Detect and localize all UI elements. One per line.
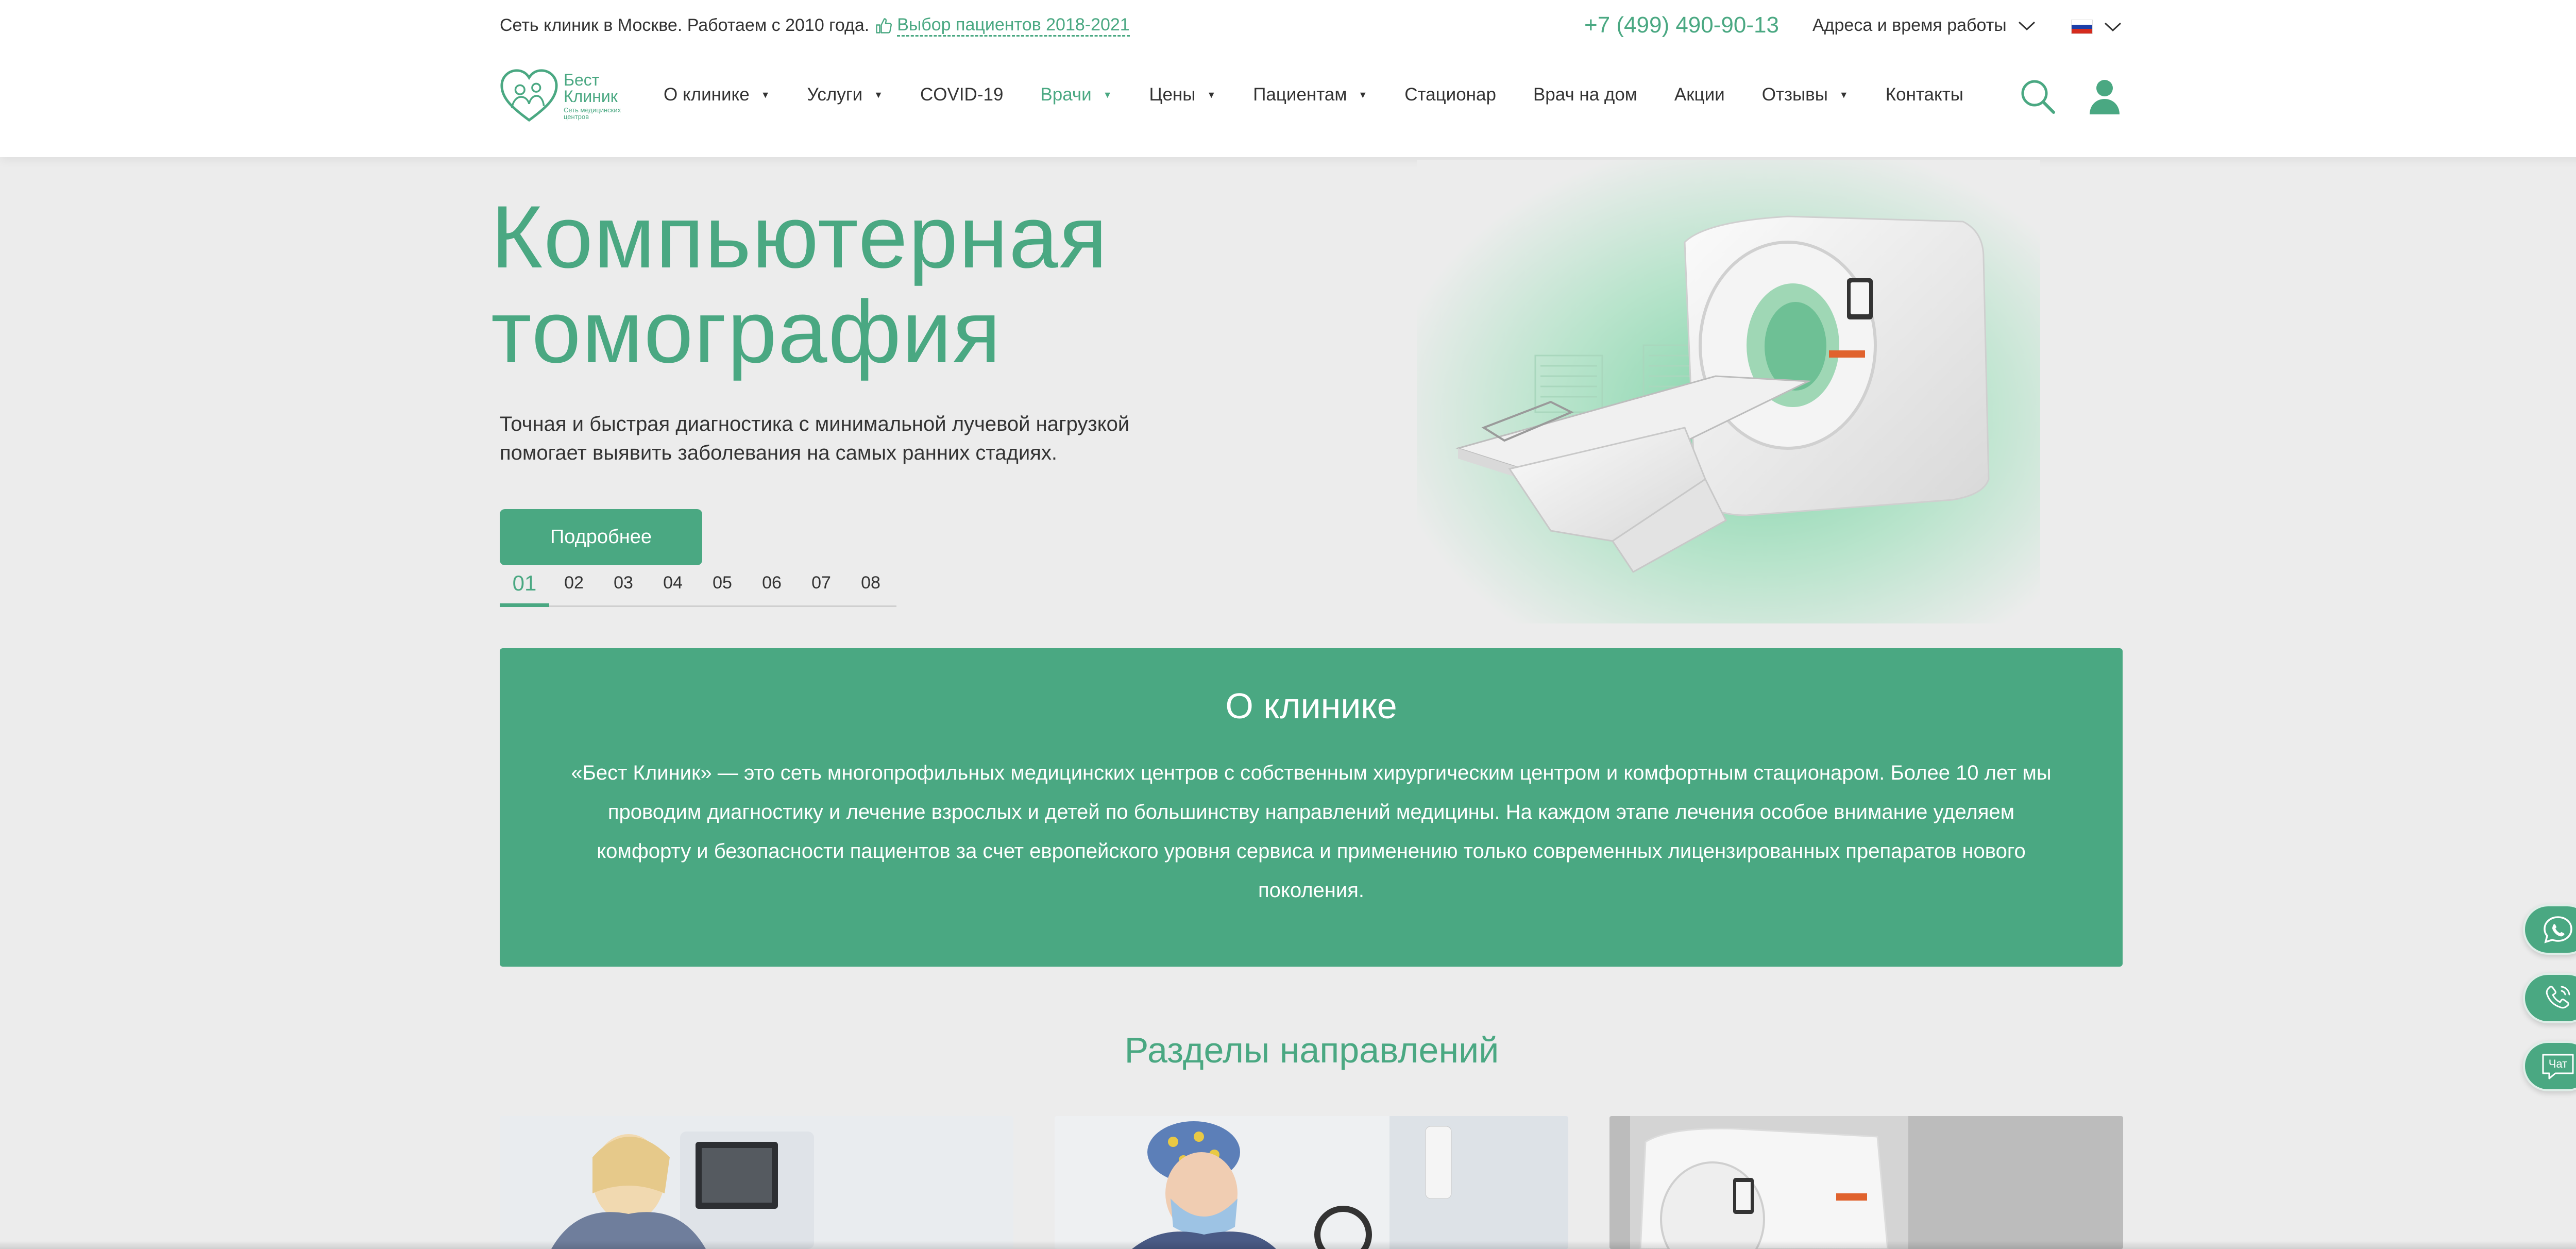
russia-flag-icon <box>2071 20 2093 34</box>
slide-07[interactable]: 07 <box>796 571 846 605</box>
sections-title: Разделы направлений <box>1124 1030 1499 1070</box>
logo[interactable]: Бест Клиник Сеть медицинских центров <box>499 67 625 125</box>
slide-04[interactable]: 04 <box>648 571 698 605</box>
section-card-ct[interactable] <box>1609 1116 2123 1249</box>
nav-label: Цены <box>1149 85 1196 105</box>
caret-down-icon: ▼ <box>760 89 770 100</box>
addresses-dropdown[interactable]: Адреса и время работы <box>1812 15 2036 36</box>
nav-item-reviews[interactable]: Отзывы ▼ <box>1762 85 1849 105</box>
header-phone[interactable]: +7 (499) 490-90-13 <box>1584 12 1779 38</box>
nav-label: Контакты <box>1885 85 1963 105</box>
whatsapp-button[interactable] <box>2523 904 2576 955</box>
section-card-surgery[interactable] <box>1055 1116 1568 1249</box>
nav-item-hospital[interactable]: Стационар <box>1404 85 1496 105</box>
ct-scanner-image <box>1417 160 2040 623</box>
chevron-down-icon <box>2018 21 2035 30</box>
call-button[interactable] <box>2523 973 2576 1023</box>
slide-02[interactable]: 02 <box>549 571 599 605</box>
logo-text: Бест Клиник Сеть медицинских центров <box>564 72 625 120</box>
nav-item-patients[interactable]: Пациентам ▼ <box>1253 85 1367 105</box>
nav-label: Стационар <box>1404 85 1496 105</box>
header-topline: Сеть клиник в Москве. Работаем с 2010 го… <box>500 14 1130 37</box>
slider-pagination: 01 02 03 04 05 06 07 08 <box>500 571 896 607</box>
slide-01[interactable]: 01 <box>500 571 549 607</box>
main-nav: О клинике ▼ Услуги ▼ COVID-19 Врачи ▼ Цены ▼… <box>664 85 2001 105</box>
nav-label: Акции <box>1674 85 1725 105</box>
section-card-ultrasound[interactable] <box>500 1116 1013 1249</box>
phone-icon <box>2546 986 2570 1009</box>
hero-title: Компьютерная томография <box>491 190 1108 379</box>
nav-item-contacts[interactable]: Контакты <box>1886 85 1963 105</box>
chat-icon: Чат <box>2542 1054 2573 1079</box>
more-button[interactable]: Подробнее <box>500 509 702 565</box>
caret-down-icon: ▼ <box>1103 89 1112 100</box>
logo-line-1: Бест <box>564 71 600 89</box>
nav-item-doctors[interactable]: Врачи ▼ <box>1040 85 1112 105</box>
nav-label: Врачи <box>1040 85 1092 105</box>
slide-06[interactable]: 06 <box>747 571 796 605</box>
nav-label: Пациентам <box>1253 85 1347 105</box>
slide-08[interactable]: 08 <box>846 571 895 605</box>
nav-label: О клинике <box>664 85 750 105</box>
chevron-down-icon <box>2104 22 2122 32</box>
nav-item-home-doctor[interactable]: Врач на дом <box>1533 85 1637 105</box>
hero-title-line-2: томография <box>491 282 1002 381</box>
nav-item-services[interactable]: Услуги ▼ <box>807 85 883 105</box>
language-selector[interactable] <box>2071 20 2122 34</box>
nav-label: Отзывы <box>1761 85 1828 105</box>
nav-label: Врач на дом <box>1533 85 1637 105</box>
nav-label: COVID-19 <box>920 85 1004 105</box>
hero-text-line-1: Точная и быстрая диагностика с минимальн… <box>500 413 1130 435</box>
logo-line-3: Сеть медицинских центров <box>564 106 621 121</box>
about-title: О клинике <box>1225 686 1397 726</box>
about-text: «Бест Клиник» — это сеть многопрофильных… <box>571 762 2052 902</box>
surgery-photo <box>1055 1116 1568 1249</box>
user-icon[interactable] <box>2089 78 2121 114</box>
about-section: О клинике «Бест Клиник» — это сеть много… <box>500 648 2123 967</box>
hero-description: Точная и быстрая диагностика с минимальн… <box>500 410 1221 467</box>
nav-label: Услуги <box>807 85 863 105</box>
ultrasound-photo <box>500 1116 1013 1249</box>
chat-button[interactable]: Чат <box>2523 1041 2576 1091</box>
caret-down-icon: ▼ <box>1839 89 1849 100</box>
tagline: Сеть клиник в Москве. Работаем с 2010 го… <box>500 15 870 35</box>
nav-item-covid[interactable]: COVID-19 <box>920 85 1003 105</box>
slide-05[interactable]: 05 <box>698 571 747 605</box>
chat-label: Чат <box>2548 1057 2567 1070</box>
ct-photo <box>1609 1116 2123 1249</box>
addresses-label: Адреса и время работы <box>1812 15 2007 35</box>
bottom-shadow <box>0 1241 2576 1249</box>
hero-text-line-2: помогает выявить заболевания на самых ра… <box>500 442 1057 464</box>
nav-item-about[interactable]: О клинике ▼ <box>664 85 770 105</box>
search-icon[interactable] <box>2020 78 2056 114</box>
thumbs-up-icon <box>876 18 892 33</box>
nav-item-prices[interactable]: Цены ▼ <box>1149 85 1216 105</box>
site-header: Сеть клиник в Москве. Работаем с 2010 го… <box>0 0 2576 157</box>
nav-item-promotions[interactable]: Акции <box>1674 85 1725 105</box>
slide-03[interactable]: 03 <box>599 571 648 605</box>
caret-down-icon: ▼ <box>874 89 883 100</box>
whatsapp-icon <box>2543 916 2572 943</box>
hero-title-line-1: Компьютерная <box>491 188 1109 286</box>
award-link[interactable]: Выбор пациентов 2018-2021 <box>897 14 1130 37</box>
heart-logo-icon <box>500 69 558 122</box>
logo-line-2: Клиник <box>564 87 618 106</box>
caret-down-icon: ▼ <box>1358 89 1368 100</box>
caret-down-icon: ▼ <box>1207 89 1216 100</box>
